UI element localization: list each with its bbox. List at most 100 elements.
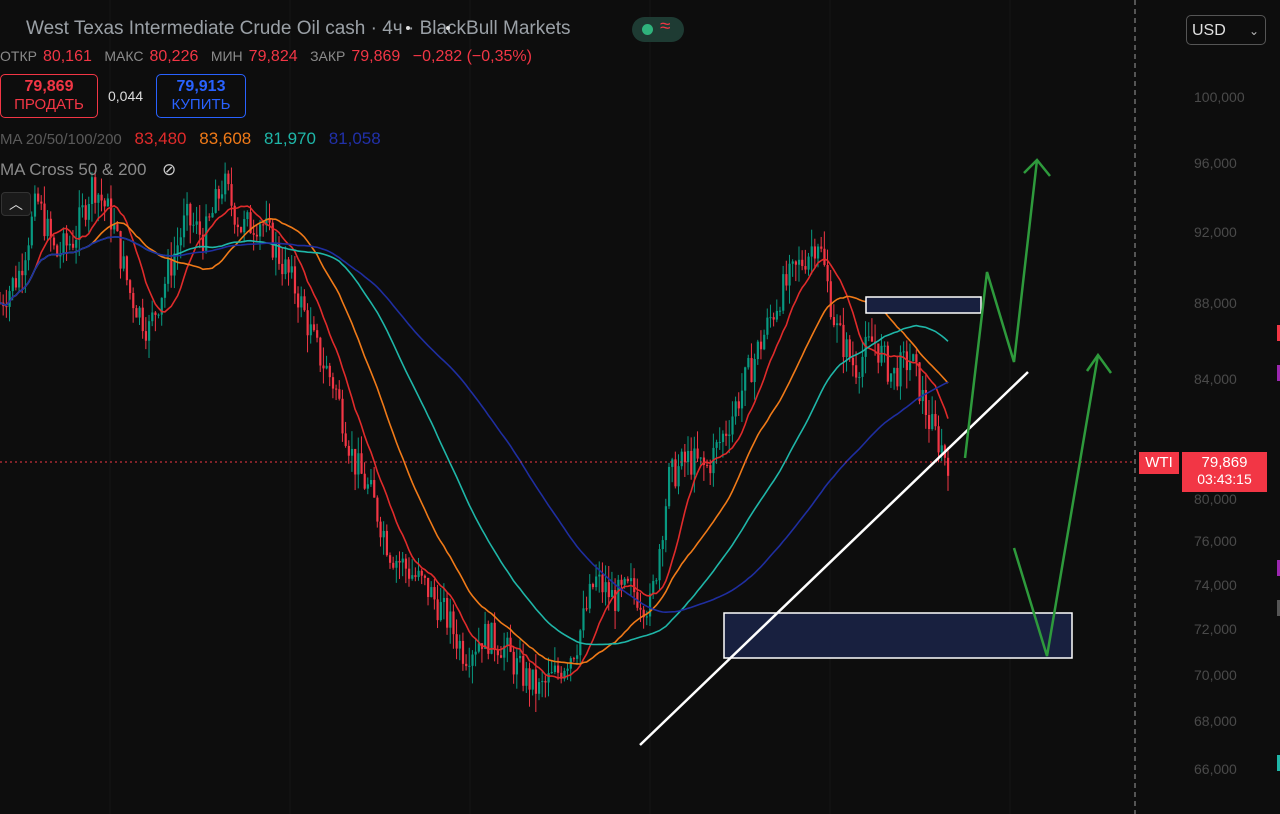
candle-body: [135, 308, 138, 318]
candle-body: [433, 587, 436, 600]
candle-body: [186, 203, 189, 216]
candle-body: [883, 345, 886, 347]
candle-body: [915, 354, 918, 363]
grid: [109, 0, 1011, 814]
sell-price: 79,869: [24, 78, 74, 95]
candle-body: [465, 663, 468, 667]
candle-body: [512, 651, 515, 675]
candle-body: [100, 194, 103, 201]
candle-body: [518, 655, 522, 659]
ohlc-close-key: ЗАКР: [310, 48, 346, 64]
sell-button[interactable]: 79,869 ПРОДАТЬ: [0, 74, 98, 118]
candle-body: [791, 261, 794, 264]
candle-body: [655, 580, 658, 582]
candle-body: [931, 414, 934, 430]
candle-body: [645, 616, 648, 618]
ohlc-high: 80,226: [149, 48, 199, 65]
candle-body: [598, 574, 601, 577]
scenario-arrows[interactable]: [963, 158, 1113, 657]
price-axis-label: 84,000: [1194, 371, 1237, 387]
buy-button[interactable]: 79,913 КУПИТЬ: [156, 74, 246, 118]
candle-body: [759, 341, 763, 350]
candle-body: [687, 450, 690, 463]
market-status-badge[interactable]: ≈: [632, 16, 684, 42]
candle-body: [626, 578, 629, 582]
candle-body: [585, 608, 588, 610]
collapse-legend-icon[interactable]: ︿: [1, 192, 31, 216]
candle-body: [62, 233, 65, 255]
candle-body: [671, 459, 674, 467]
candle-body: [258, 224, 262, 237]
candle-body: [75, 240, 78, 248]
candle-body: [385, 530, 389, 556]
candle-body: [855, 365, 858, 378]
candle-body: [297, 293, 300, 308]
candle-body: [744, 367, 747, 391]
hidden-eye-icon[interactable]: ⊘: [162, 160, 176, 180]
candle-body: [84, 205, 87, 220]
candle-body: [607, 582, 610, 598]
candle-body: [81, 205, 84, 208]
separator-dot: [406, 26, 410, 30]
candle-body: [547, 673, 550, 683]
candle-body: [610, 589, 614, 598]
candle-body: [728, 434, 731, 436]
candle-body: [699, 457, 702, 459]
candle-body: [639, 607, 642, 610]
ma-indicator-name: MA 20/50/100/200: [0, 131, 122, 148]
chart-title[interactable]: West Texas Intermediate Crude Oil cash ·…: [26, 18, 571, 40]
candle-body: [829, 281, 832, 318]
candle-body: [541, 680, 544, 683]
candle-body: [927, 415, 931, 430]
candle-body: [322, 365, 325, 369]
candle-body: [436, 599, 439, 621]
candle-body: [496, 650, 499, 656]
candle-body: [65, 233, 68, 246]
candle-body: [778, 310, 782, 312]
currency-value: USD: [1192, 22, 1226, 39]
sell-label: ПРОДАТЬ: [14, 96, 84, 113]
candle-body: [775, 310, 778, 320]
currency-select[interactable]: USD ⌄: [1186, 15, 1266, 45]
candle-body: [369, 480, 373, 485]
candle-body: [842, 324, 845, 358]
candle-body: [839, 323, 842, 325]
candle-body: [182, 215, 186, 238]
candle-body: [52, 237, 56, 246]
candle-body: [262, 224, 265, 226]
price-axis-label: 96,000: [1194, 155, 1237, 171]
candle-body: [341, 398, 344, 434]
ma-cross-legend[interactable]: MA Cross 50 & 200: [0, 160, 146, 180]
candle-body: [350, 448, 354, 456]
candle-body: [709, 465, 712, 474]
candle-body: [845, 339, 848, 358]
candle-body: [801, 259, 804, 267]
candle-body: [588, 583, 591, 609]
candle-body: [125, 256, 129, 281]
buy-price: 79,913: [176, 78, 226, 95]
chevron-down-icon: ⌄: [1248, 24, 1259, 38]
candle-body: [128, 280, 132, 293]
price-axis-label: 72,000: [1194, 621, 1237, 637]
candle-body: [192, 224, 195, 226]
symbol-tag: WTI: [1139, 452, 1179, 474]
candle-body: [316, 330, 319, 338]
candle-body: [303, 296, 306, 311]
candle-body: [794, 261, 798, 265]
demand-zone[interactable]: [723, 612, 1073, 659]
candle-body: [366, 484, 369, 489]
candle-body: [335, 388, 338, 390]
candle-body: [420, 570, 423, 576]
candle-body: [826, 264, 829, 282]
ma-legend[interactable]: MA 20/50/100/200 83,480 83,608 81,970 81…: [0, 129, 389, 149]
resistance-zone[interactable]: [865, 296, 982, 314]
price-chart[interactable]: [0, 0, 1280, 814]
candle-body: [836, 323, 839, 326]
candle-body: [347, 445, 350, 456]
candle-body: [144, 331, 148, 341]
candle-body: [138, 307, 141, 318]
candle-body: [306, 310, 309, 336]
candle-body: [176, 245, 179, 254]
price-axis-label: 70,000: [1194, 667, 1237, 683]
candle-body: [721, 433, 725, 443]
